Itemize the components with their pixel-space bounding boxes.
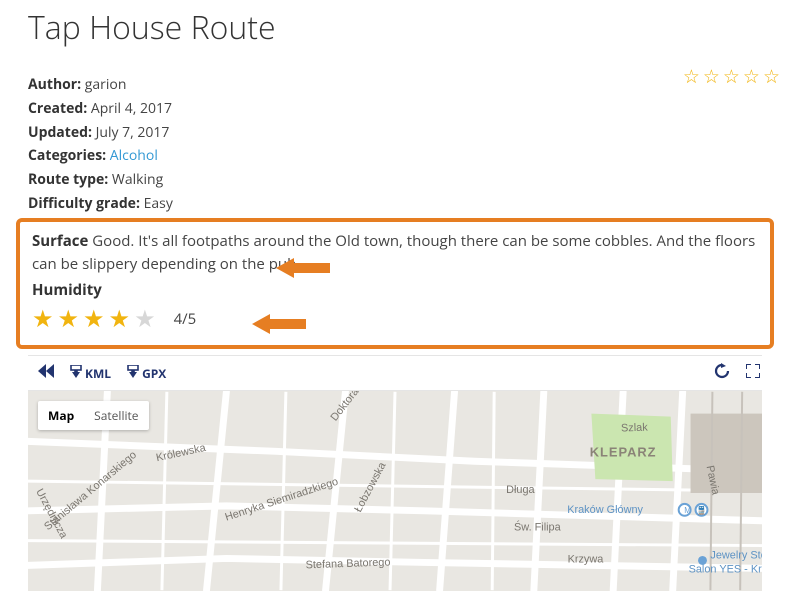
star-icon: ★	[58, 302, 80, 335]
category-link[interactable]: Alcohol	[110, 146, 158, 165]
updated-value: July 7, 2017	[96, 123, 170, 142]
difficulty-label: Difficulty grade:	[28, 194, 140, 213]
surface-text: Good. It's all footpaths around the Old …	[32, 231, 755, 274]
map-street-label: Krzywa	[568, 554, 605, 566]
author-label: Author:	[28, 75, 81, 94]
map-poi-store2: Salon YES - Kraków	[689, 564, 762, 576]
map-street-label: Długa	[506, 484, 535, 496]
download-gpx-button[interactable]: GPX	[119, 361, 174, 386]
highlight-box: Surface Good. It's all footpaths around …	[16, 218, 774, 350]
meta-updated: Updated: July 7, 2017	[28, 121, 762, 145]
route-type-label: Route type:	[28, 170, 108, 189]
map-type-map[interactable]: Map	[38, 401, 84, 430]
download-icon	[70, 365, 82, 382]
meta-categories: Categories: Alcohol	[28, 144, 762, 168]
svg-text:M: M	[684, 506, 691, 515]
humidity-rating: ★ ★ ★ ★ ★ 4/5	[32, 302, 758, 335]
route-type-value: Walking	[112, 170, 163, 189]
created-label: Created:	[28, 99, 87, 118]
meta-difficulty: Difficulty grade: Easy	[28, 192, 762, 216]
map-poi-store: Jewelry Store	[710, 550, 762, 562]
download-kml-button[interactable]: KML	[62, 361, 119, 386]
star-empty-icon: ★	[134, 302, 156, 335]
download-icon	[127, 365, 139, 382]
svg-text:🚆: 🚆	[697, 505, 707, 515]
map-street-label: Szlak	[621, 422, 649, 435]
overall-rating[interactable]: ☆☆☆☆☆	[683, 63, 783, 89]
star-icon: ★	[32, 302, 54, 335]
meta-created: Created: April 4, 2017	[28, 97, 762, 121]
kml-label: KML	[85, 365, 111, 382]
rewind-icon	[38, 364, 54, 382]
back-button[interactable]	[30, 360, 62, 386]
page-title: Tap House Route	[28, 6, 762, 49]
created-value: April 4, 2017	[91, 99, 172, 118]
categories-label: Categories:	[28, 146, 106, 165]
meta-block: Author: garion Created: April 4, 2017 Up…	[28, 73, 762, 216]
map-type-satellite[interactable]: Satellite	[84, 401, 148, 430]
star-icon: ★	[83, 302, 105, 335]
annotation-arrow-icon	[276, 256, 330, 280]
annotation-arrow-icon	[252, 312, 306, 336]
map-district-label: KLEPARZ	[590, 445, 657, 460]
reload-button[interactable]	[710, 359, 734, 387]
map-type-switch: Map Satellite	[38, 401, 149, 430]
surface-row: Surface Good. It's all footpaths around …	[32, 230, 758, 277]
refresh-icon	[714, 363, 730, 383]
map-toolbar: KML GPX	[28, 355, 762, 391]
fullscreen-button[interactable]	[746, 359, 760, 387]
map-view[interactable]: KLEPARZ Szlak Długa Św. Filipa Krzywa Pa…	[28, 391, 762, 591]
author-value: garion	[85, 75, 127, 94]
humidity-score: 4/5	[174, 309, 197, 329]
gpx-label: GPX	[142, 365, 166, 382]
map-poi-station: Kraków Główny	[567, 504, 643, 516]
updated-label: Updated:	[28, 123, 92, 142]
map-street-label: Św. Filipa	[514, 521, 562, 534]
meta-route-type: Route type: Walking	[28, 168, 762, 192]
surface-label: Surface	[32, 231, 88, 251]
difficulty-value: Easy	[144, 194, 173, 213]
humidity-label: Humidity	[32, 280, 758, 300]
expand-icon	[746, 364, 760, 382]
star-empty-icon: ☆☆☆☆☆	[683, 63, 783, 89]
meta-author: Author: garion	[28, 73, 762, 97]
star-icon: ★	[109, 302, 131, 335]
